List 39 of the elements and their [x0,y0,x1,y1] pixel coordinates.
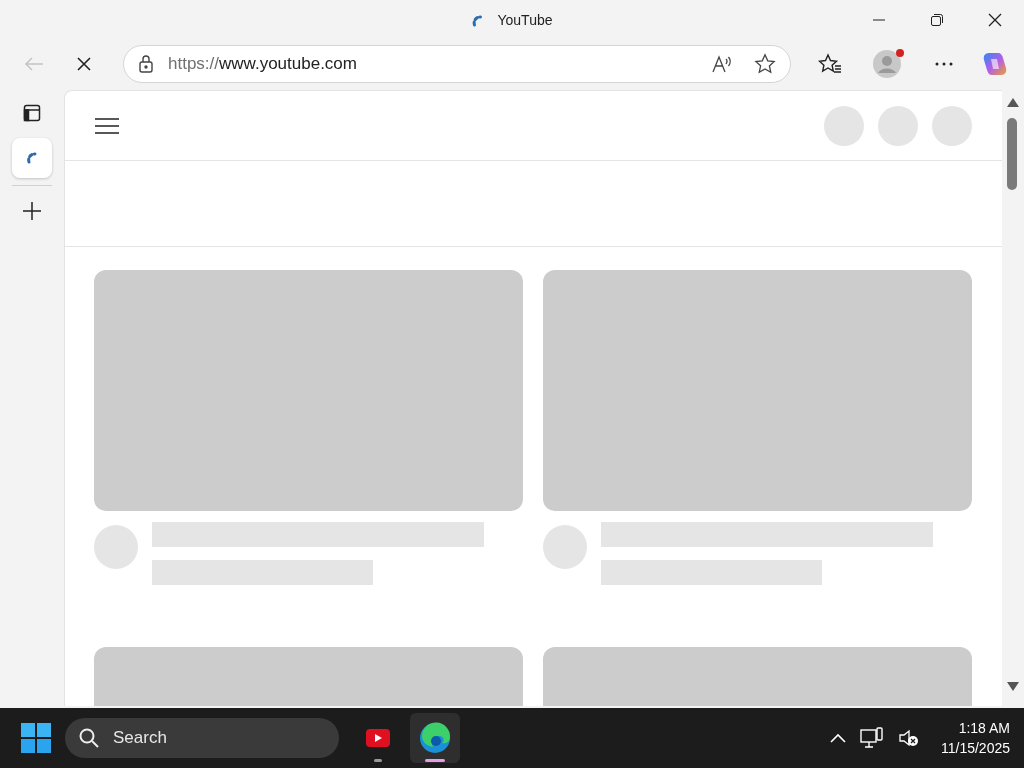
taskbar-app-button[interactable] [410,713,460,763]
address-bar[interactable]: https://www.youtube.com [123,45,791,83]
read-aloud-icon [711,54,733,74]
network-icon[interactable] [859,727,884,749]
search-icon [79,728,99,748]
back-arrow-icon [24,56,44,72]
volume-muted-icon[interactable] [897,728,920,748]
avatar-placeholder [94,525,138,569]
browser-logo-icon [419,722,451,754]
url-text: https://www.youtube.com [168,53,357,76]
close-icon [988,13,1002,27]
plus-icon [23,202,41,220]
chevron-up-icon[interactable] [829,733,846,743]
more-icon [934,62,954,66]
minimize-icon [873,19,885,21]
avatar-placeholder [932,105,972,146]
star-icon [754,53,776,75]
panel-icon [23,104,41,122]
star-list-icon [818,53,842,75]
avatar-placeholder [824,105,864,146]
avatar-placeholder [543,525,587,569]
running-indicator [425,759,445,762]
scroll-down-arrow[interactable] [1007,682,1019,691]
tab[interactable] [12,138,52,178]
lock-icon [138,54,154,74]
clock[interactable]: 1:18 AM 11/15/2025 [940,718,1010,758]
four-squares-icon [21,723,51,753]
loading-icon [471,12,484,29]
close-icon [76,56,92,72]
scroll-up-arrow[interactable] [1007,98,1019,107]
window-title: YouTube [497,11,553,30]
menu-icon [95,116,119,135]
restore-icon [930,13,944,27]
play-icon [365,728,391,748]
avatar-icon [872,49,902,79]
avatar-placeholder [878,105,918,146]
taskbar-search[interactable]: Search [65,718,339,758]
scrollbar-thumb[interactable] [1007,118,1017,190]
running-indicator [374,759,382,762]
